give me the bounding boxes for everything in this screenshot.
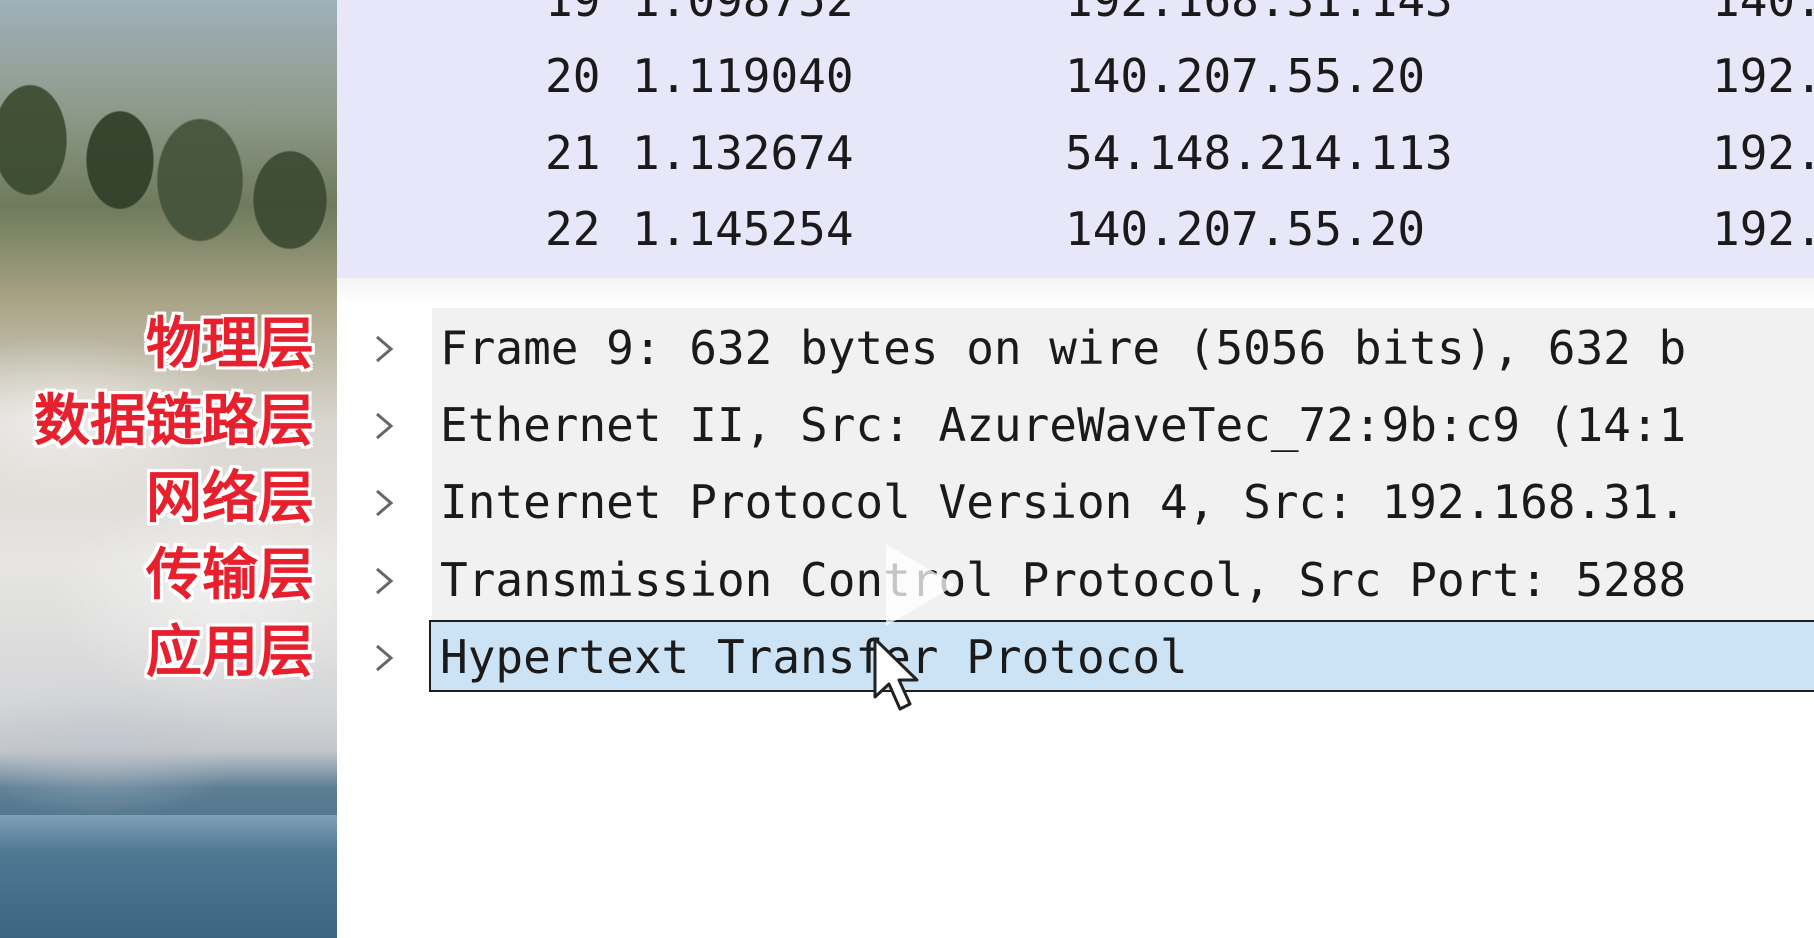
chevron-right-icon[interactable]	[367, 410, 399, 442]
details-row-frame[interactable]: Frame 9: 632 bytes on wire (5056 bits), …	[337, 311, 1814, 387]
pane-splitter[interactable]	[337, 278, 1814, 306]
details-row-tcp[interactable]: Transmission Control Protocol, Src Port:…	[337, 543, 1814, 619]
osi-layer-labels: 物理层 数据链路层 网络层 传输层 应用层	[34, 306, 314, 691]
chevron-right-icon[interactable]	[367, 642, 399, 674]
mouse-pointer-icon	[873, 637, 919, 711]
packet-destination: 192.	[1712, 49, 1814, 103]
chevron-right-icon[interactable]	[367, 333, 399, 365]
packet-time: 1.132674	[632, 126, 854, 180]
packet-row[interactable]: 22 1.145254 140.207.55.20 192.	[337, 190, 1814, 266]
osi-label-transport: 传输层	[146, 543, 314, 608]
packet-row[interactable]: 19 1.098752 192.168.31.143 140.	[337, 0, 1814, 37]
details-row-label: Ethernet II, Src: AzureWaveTec_72:9b:c9 …	[440, 398, 1687, 452]
packet-details-pane[interactable]: Frame 9: 632 bytes on wire (5056 bits), …	[337, 305, 1814, 938]
osi-label-application: 应用层	[146, 620, 314, 685]
osi-label-data-link: 数据链路层	[34, 389, 314, 454]
packet-list-pane[interactable]: 19 1.098752 192.168.31.143 140. 20 1.119…	[337, 0, 1814, 279]
packet-no: 22	[545, 202, 601, 256]
packet-destination: 140.	[1712, 0, 1814, 27]
details-row-http[interactable]: Hypertext Transfer Protocol	[337, 620, 1814, 696]
details-row-label: Internet Protocol Version 4, Src: 192.16…	[440, 475, 1687, 529]
chevron-right-icon[interactable]	[367, 565, 399, 597]
packet-no: 20	[545, 49, 601, 103]
packet-time: 1.145254	[632, 202, 854, 256]
osi-label-physical: 物理层	[146, 312, 314, 377]
details-row-label: Hypertext Transfer Protocol	[440, 630, 1188, 684]
packet-source: 192.168.31.143	[1065, 0, 1453, 27]
landscape-trees	[0, 30, 337, 270]
packet-destination: 192.	[1712, 126, 1814, 180]
details-row-label: Frame 9: 632 bytes on wire (5056 bits), …	[440, 321, 1687, 375]
packet-destination: 192.	[1712, 202, 1814, 256]
details-row-label: Transmission Control Protocol, Src Port:…	[440, 553, 1687, 607]
details-row-ethernet[interactable]: Ethernet II, Src: AzureWaveTec_72:9b:c9 …	[337, 388, 1814, 464]
packet-row[interactable]: 21 1.132674 54.148.214.113 192.	[337, 114, 1814, 190]
packet-source: 54.148.214.113	[1065, 126, 1453, 180]
packet-no: 19	[545, 0, 601, 27]
chevron-right-icon[interactable]	[367, 487, 399, 519]
packet-no: 21	[545, 126, 601, 180]
play-icon[interactable]	[880, 540, 960, 630]
packet-time: 1.098752	[632, 0, 854, 27]
packet-row[interactable]: 20 1.119040 140.207.55.20 192.	[337, 37, 1814, 113]
packet-source: 140.207.55.20	[1065, 202, 1426, 256]
landscape-water	[0, 815, 337, 938]
details-row-ip[interactable]: Internet Protocol Version 4, Src: 192.16…	[337, 465, 1814, 541]
osi-label-network: 网络层	[146, 466, 314, 531]
packet-source: 140.207.55.20	[1065, 49, 1426, 103]
packet-time: 1.119040	[632, 49, 854, 103]
